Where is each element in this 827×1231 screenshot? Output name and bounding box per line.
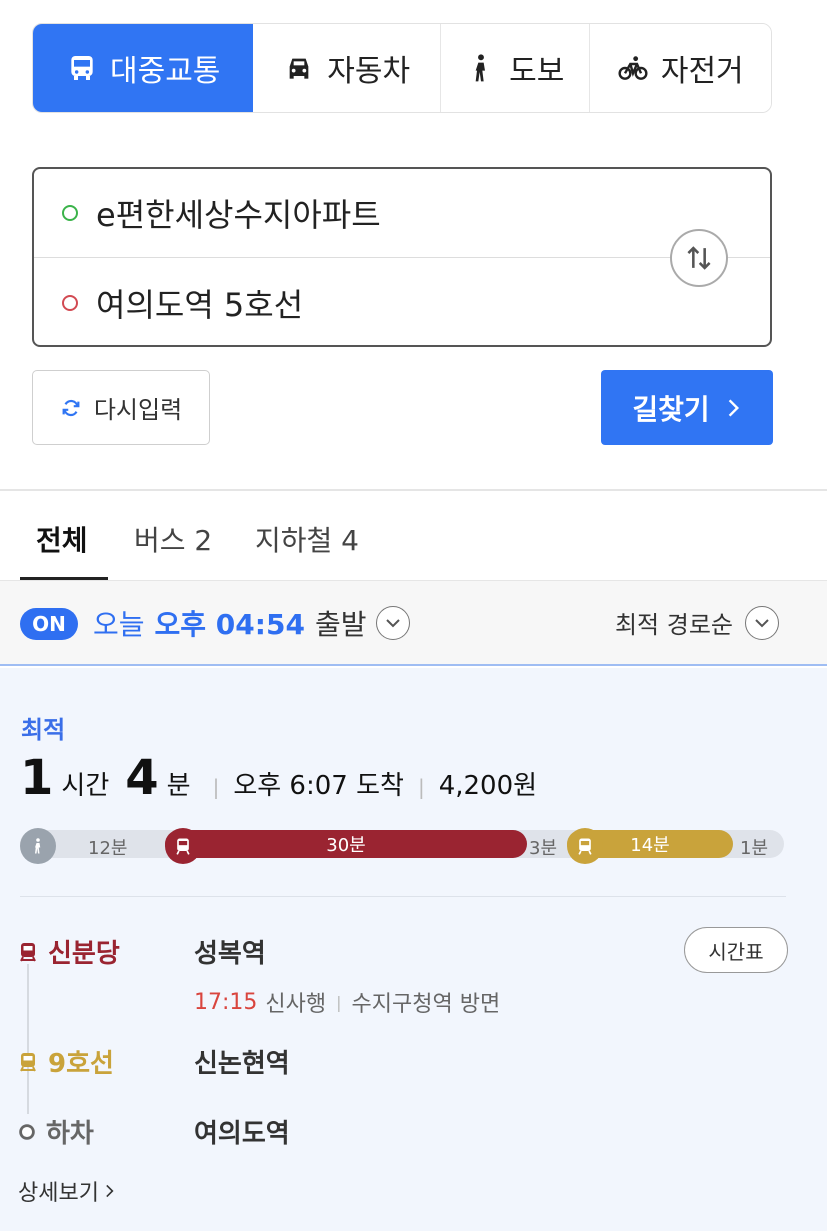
step-station: 신논현역 — [194, 1049, 290, 1079]
step-station: 성복역 — [194, 939, 266, 969]
walk-duration: 1분 — [740, 838, 769, 859]
search-label: 길찾기 — [632, 392, 710, 426]
best-route-tag: 최적 — [21, 716, 66, 744]
arrival-time: 오후 6:07 도착 — [233, 771, 404, 801]
route-result-card[interactable]: 최적 1 시간 4 분 | 오후 6:07 도착 | 4,200원 12분 30… — [0, 668, 827, 1231]
divider: | — [336, 992, 342, 1012]
mode-label: 자동차 — [327, 54, 411, 89]
route-summary: 1 시간 4 분 | 오후 6:07 도착 | 4,200원 — [20, 750, 537, 806]
subway-icon — [20, 1052, 36, 1071]
departure-time-selector[interactable]: 오늘 오후 04:54 출발 — [93, 603, 411, 643]
mode-label: 대중교통 — [110, 54, 221, 89]
filter-bar: ON 오늘 오후 04:54 출발 최적 경로순 — [0, 580, 827, 666]
swap-button[interactable] — [670, 229, 728, 287]
step-line-label: 9호선 — [48, 1049, 114, 1079]
bike-icon — [618, 56, 648, 80]
sort-label: 최적 경로순 — [614, 611, 733, 639]
refresh-icon — [62, 399, 80, 416]
subway-icon — [567, 828, 603, 864]
step-station: 여의도역 — [194, 1119, 290, 1149]
reset-label: 다시입력 — [93, 396, 183, 424]
realtime-on-badge[interactable]: ON — [20, 608, 78, 640]
divider: | — [212, 775, 220, 799]
origin-field[interactable]: e편한세상수지아파트 — [34, 169, 770, 258]
duration-minutes-unit: 분 — [166, 771, 191, 801]
origin-dot-icon — [62, 205, 78, 221]
search-route-button[interactable]: 길찾기 — [601, 370, 773, 445]
step-connector-line — [27, 964, 29, 1114]
mode-tab-transit[interactable]: 대중교통 — [33, 24, 254, 112]
chevron-down-icon — [376, 606, 411, 640]
mode-label: 자전거 — [660, 54, 744, 89]
route-input-box: e편한세상수지아파트 여의도역 5호선 — [32, 167, 772, 347]
destination-field[interactable]: 여의도역 5호선 — [34, 258, 770, 347]
segment-duration: 30분 — [326, 835, 366, 856]
bus-icon — [71, 56, 93, 80]
transfer-duration: 3분 — [529, 838, 558, 859]
timetable-button[interactable]: 시간표 — [684, 927, 788, 973]
duration-hours: 1 — [20, 750, 54, 806]
duration-hours-unit: 시간 — [61, 771, 110, 801]
walk-icon — [475, 54, 486, 82]
fare: 4,200원 — [438, 771, 538, 801]
departure-info: 17:15 신사행 | 수지구청역 방면 — [194, 986, 500, 1018]
detail-label: 상세보기 — [18, 1181, 99, 1206]
step-line-label: 하차 — [46, 1119, 94, 1149]
divider: | — [417, 775, 425, 799]
tab-bus[interactable]: 버스 2 — [134, 491, 212, 559]
destination-text: 여의도역 5호선 — [96, 285, 304, 324]
departure-platform: 수지구청역 방면 — [351, 992, 501, 1017]
tab-subway[interactable]: 지하철 4 — [255, 491, 359, 559]
chevron-down-icon — [745, 605, 779, 640]
departure-suffix: 출발 — [314, 608, 367, 641]
step-alight: 하차 — [16, 1113, 94, 1150]
departure-day: 오늘 — [93, 608, 145, 641]
walk-duration: 12분 — [88, 838, 128, 859]
mode-tab-bike[interactable]: 자전거 — [589, 24, 771, 112]
destination-dot-icon — [62, 294, 78, 311]
swap-arrows-icon — [687, 246, 711, 270]
chevron-right-icon — [106, 1184, 114, 1198]
route-timeline: 12분 30분 3분 14분 1분 — [20, 828, 784, 864]
step-line-label: 신분당 — [48, 939, 120, 969]
duration-minutes: 4 — [125, 750, 159, 806]
car-icon — [289, 58, 309, 79]
reset-button[interactable]: 다시입력 — [32, 370, 210, 445]
departure-time: 오후 04:54 — [154, 608, 305, 641]
step-line-shinbundang: 신분당 — [16, 933, 120, 970]
mode-tab-walk[interactable]: 도보 — [440, 24, 590, 112]
segment-duration: 14분 — [630, 835, 670, 856]
transport-mode-tabs: 대중교통 자동차 도보 자전거 — [32, 23, 772, 113]
alight-circle-icon — [19, 1123, 35, 1140]
step-line-9: 9호선 — [16, 1043, 114, 1080]
subway-icon — [20, 942, 36, 961]
departure-direction: 신사행 — [265, 992, 327, 1017]
segment-line-shinbundang: 30분 — [165, 830, 527, 858]
departure-time-realtime: 17:15 — [194, 989, 258, 1015]
chevron-right-icon — [728, 398, 739, 417]
tab-all[interactable]: 전체 — [36, 491, 88, 559]
subway-icon — [165, 828, 201, 864]
mode-tab-car[interactable]: 자동차 — [253, 24, 441, 112]
result-tabs: 전체 버스 2 지하철 4 — [0, 491, 827, 581]
walk-icon — [20, 828, 56, 864]
card-divider — [20, 896, 786, 897]
mode-label: 도보 — [509, 54, 565, 89]
sort-selector[interactable]: 최적 경로순 — [615, 605, 779, 640]
view-detail-link[interactable]: 상세보기 — [18, 1175, 115, 1207]
origin-text: e편한세상수지아파트 — [96, 196, 381, 234]
